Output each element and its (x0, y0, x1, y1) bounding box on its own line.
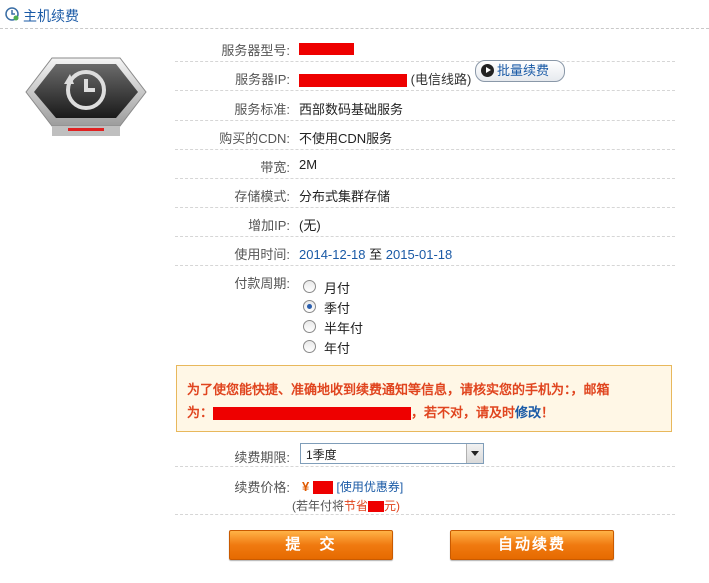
usage-period-row: 使用时间: 2014-12-18 至 2015-01-18 (175, 237, 675, 266)
notice-line-2: 为： ，若不对，请及时修改！ (187, 405, 555, 421)
radio-button[interactable] (303, 320, 316, 333)
extra-ip-value: (无) (299, 218, 321, 233)
ip-line-type: (电信线路) (410, 72, 472, 87)
redacted-ip (299, 74, 407, 88)
renew-term-select[interactable]: 1季度 (300, 443, 484, 464)
page-header: 主机续费 (0, 0, 709, 29)
bandwidth-value: 2M (299, 157, 318, 172)
modify-link[interactable]: 修改 (515, 405, 541, 420)
submit-button[interactable]: 提 交 (229, 530, 393, 560)
storage-label: 存储模式: (234, 189, 290, 204)
usage-period-label: 使用时间: (234, 247, 290, 262)
auto-renew-button[interactable]: 自动续费 (450, 530, 614, 560)
period-start: 2014-12-18 (299, 247, 366, 262)
redacted-saving (368, 501, 385, 513)
standard-label: 服务标准: (234, 102, 290, 117)
use-coupon-link[interactable]: [使用优惠券] (336, 480, 403, 494)
standard-value: 西部数码基础服务 (299, 102, 404, 117)
payment-row: 付款周期: (175, 266, 675, 358)
cdn-row: 购买的CDN: 不使用CDN服务 (175, 121, 675, 150)
renew-price-label: 续费价格: (234, 480, 290, 495)
model-label: 服务器型号: (221, 43, 290, 58)
ip-label: 服务器IP: (235, 72, 290, 87)
ip-row: 服务器IP: (电信线路) 批量续费 (175, 60, 675, 91)
page-title: 主机续费 (23, 8, 79, 24)
renew-term-label: 续费期限: (234, 450, 290, 465)
price-line: ¥ [使用优惠券] (302, 478, 403, 495)
extra-ip-row: 增加IP: (无) (175, 208, 675, 237)
notice-line-1: 为了使您能快捷、准确地收到续费通知等信息，请核实您的手机为：，邮箱 (187, 382, 610, 397)
standard-row: 服务标准: 西部数码基础服务 (175, 92, 675, 121)
renew-term-value: 1季度 (306, 448, 337, 462)
batch-renew-button[interactable]: 批量续费 (475, 60, 565, 82)
redacted-model (299, 42, 354, 55)
renew-price-row: 续费价格: (175, 470, 675, 515)
radio-button[interactable] (303, 340, 316, 353)
host-renew-icon (5, 7, 19, 21)
storage-value: 分布式集群存储 (299, 189, 391, 204)
payment-period-label: 付款周期: (234, 276, 290, 291)
contact-notice: 为了使您能快捷、准确地收到续费通知等信息，请核实您的手机为：，邮箱 为： ，若不对… (176, 365, 672, 432)
radio-button[interactable] (303, 280, 316, 293)
yearly-saving-note: (若年付将节省 元) (292, 499, 401, 513)
play-icon (481, 64, 494, 77)
currency-symbol: ¥ (302, 479, 310, 494)
period-end: 2015-01-18 (385, 247, 453, 262)
period-to: 至 (369, 247, 383, 262)
bandwidth-label: 带宽: (260, 160, 290, 175)
model-row: 服务器型号: (175, 33, 675, 62)
bandwidth-row: 带宽: 2M (175, 150, 675, 179)
redacted-price (312, 481, 333, 495)
storage-row: 存储模式: 分布式集群存储 (175, 179, 675, 208)
server-icon (25, 57, 147, 136)
extra-ip-label: 增加IP: (248, 218, 290, 233)
radio-button-selected[interactable] (303, 300, 316, 313)
redacted-email (213, 407, 412, 421)
cdn-label: 购买的CDN: (219, 131, 290, 146)
cdn-value: 不使用CDN服务 (299, 131, 393, 146)
chevron-down-icon[interactable] (466, 444, 483, 463)
